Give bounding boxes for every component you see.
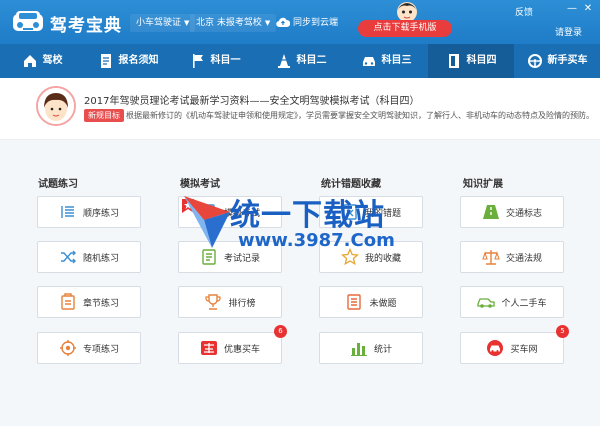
minimize-button[interactable]: — <box>566 3 578 14</box>
used-car-icon <box>477 298 496 308</box>
nav-item-label: 科目一 <box>210 55 241 66</box>
card-label: 统计 <box>373 344 392 355</box>
announcement-desc: 根据最新修订的《机动车驾驶证申领和使用规定》，学员需要掌握安全文明驾驶知识，了解… <box>126 111 594 120</box>
nav-item-label: 科目三 <box>381 55 412 66</box>
watermark-text: 统一下载站 <box>230 198 385 233</box>
card-label: 未做题 <box>369 298 397 309</box>
cone-icon <box>277 54 290 68</box>
card-label: 章节练习 <box>82 298 119 309</box>
license-type-label: 小车驾驶证 <box>136 18 182 28</box>
nav-item-label: 驾校 <box>42 55 63 66</box>
document-icon <box>100 54 111 68</box>
announcement-panel: 2017年驾驶员理论考试最新学习资料——安全文明驾驶模拟考试（科目四） 新规目标… <box>0 78 600 140</box>
special-practice-button[interactable]: 专项练习 <box>37 332 141 364</box>
watermark-url: www.3987.Com <box>238 230 395 251</box>
close-button[interactable]: ✕ <box>582 3 594 14</box>
random-practice-button[interactable]: 随机练习 <box>37 241 141 273</box>
notification-badge: 6 <box>274 325 287 338</box>
column-title-mock-exam: 模拟考试 <box>180 179 220 190</box>
nav-item-label: 报名须知 <box>118 55 159 66</box>
home-icon <box>23 55 36 67</box>
cloud-icon <box>276 17 291 28</box>
chapter-practice-button[interactable]: 章节练习 <box>37 286 141 318</box>
nav-item-subject-3[interactable]: 科目三 <box>344 44 428 78</box>
target-icon <box>59 340 76 356</box>
traffic-laws-button[interactable]: 交通法规 <box>460 241 564 273</box>
nav-item-label: 科目二 <box>296 55 327 66</box>
card-label: 买车网 <box>510 344 538 355</box>
feedback-link[interactable]: 反馈 <box>515 5 533 18</box>
feature-grid: 试题练习 模拟考试 统计错题收藏 知识扩展 顺序练习 随机练习 章节练习 专项练… <box>0 140 600 426</box>
notification-badge: 5 <box>556 325 569 338</box>
avatar <box>36 86 76 126</box>
app-logo-icon <box>13 11 43 31</box>
steering-wheel-icon <box>527 54 542 68</box>
undone-questions-button[interactable]: 未做题 <box>319 286 423 318</box>
card-label: 专项练习 <box>82 344 119 355</box>
nav-item-subject-4[interactable]: 科目四 <box>428 44 514 78</box>
scale-icon <box>482 250 500 265</box>
license-type-dropdown[interactable]: 小车驾驶证 ▼ <box>130 14 196 32</box>
shuffle-icon <box>60 250 76 264</box>
announcement-title: 2017年驾驶员理论考试最新学习资料——安全文明驾驶模拟考试（科目四） <box>84 96 420 107</box>
nav-item-driving-school[interactable]: 驾校 <box>0 44 84 78</box>
chapter-icon <box>61 293 75 310</box>
main-nav: 驾校 报名须知 科目一 科目二 科目三 科目四 新手买车 <box>0 44 600 78</box>
road-sign-icon <box>482 205 499 219</box>
statistics-button[interactable]: 统计 <box>319 332 423 364</box>
card-label: 顺序练习 <box>82 208 119 219</box>
announcement-tag: 新规目标 <box>84 109 124 122</box>
download-mobile-button[interactable]: 点击下载手机版 <box>358 20 452 37</box>
traffic-signs-button[interactable]: 交通标志 <box>460 196 564 228</box>
watermark: 统一下载站 www.3987.Com <box>182 190 408 254</box>
card-label: 个人二手车 <box>501 298 547 309</box>
car-shop-button[interactable]: 买车网 5 <box>460 325 569 364</box>
cloud-sync-button[interactable]: 同步到云端 <box>272 14 344 32</box>
trophy-icon <box>205 294 222 310</box>
bar-chart-icon <box>350 343 367 356</box>
title-bar: 驾考宝典 小车驾驶证 ▼ 北京 未报考驾校 ▼ 同步到云端 点击下载手机版 反馈 —… <box>0 0 600 44</box>
car-sale-icon <box>200 341 217 355</box>
nav-item-subject-1[interactable]: 科目一 <box>172 44 258 78</box>
nav-item-subject-2[interactable]: 科目二 <box>258 44 344 78</box>
book-icon <box>448 54 459 68</box>
app-title: 驾考宝典 <box>50 16 122 36</box>
discount-car-button[interactable]: 优惠买车 6 <box>178 325 287 364</box>
sequential-practice-button[interactable]: 顺序练习 <box>37 196 141 228</box>
column-title-practice: 试题练习 <box>38 179 78 190</box>
card-label: 交通法规 <box>505 253 542 264</box>
instructor-avatar-icon <box>38 88 74 124</box>
region-school-dropdown[interactable]: 北京 未报考驾校 ▼ <box>190 14 277 32</box>
list-order-icon <box>61 206 74 218</box>
column-title-knowledge: 知识扩展 <box>463 179 503 190</box>
column-title-stats: 统计错题收藏 <box>321 179 381 190</box>
flag-icon <box>192 54 203 68</box>
mascot-icon <box>397 2 417 22</box>
card-label: 排行榜 <box>228 298 256 309</box>
nav-item-buy-car[interactable]: 新手买车 <box>514 44 600 78</box>
chevron-down-icon: ▼ <box>264 19 271 27</box>
watermark-logo-icon <box>184 196 230 248</box>
login-link[interactable]: 请登录 <box>555 25 582 38</box>
used-car-button[interactable]: 个人二手车 <box>460 286 564 318</box>
nav-item-signup-notice[interactable]: 报名须知 <box>84 44 172 78</box>
nav-item-label: 科目四 <box>466 55 497 66</box>
car-icon <box>362 57 375 66</box>
region-school-label: 北京 未报考驾校 <box>196 18 262 28</box>
undone-icon <box>347 294 362 310</box>
card-label: 随机练习 <box>82 253 119 264</box>
chevron-down-icon: ▼ <box>184 19 190 27</box>
car-shop-icon <box>487 340 504 356</box>
cloud-sync-label: 同步到云端 <box>293 18 339 28</box>
nav-item-label: 新手买车 <box>547 55 588 66</box>
leaderboard-button[interactable]: 排行榜 <box>178 286 282 318</box>
card-label: 优惠买车 <box>223 344 260 355</box>
card-label: 交通标志 <box>505 208 542 219</box>
